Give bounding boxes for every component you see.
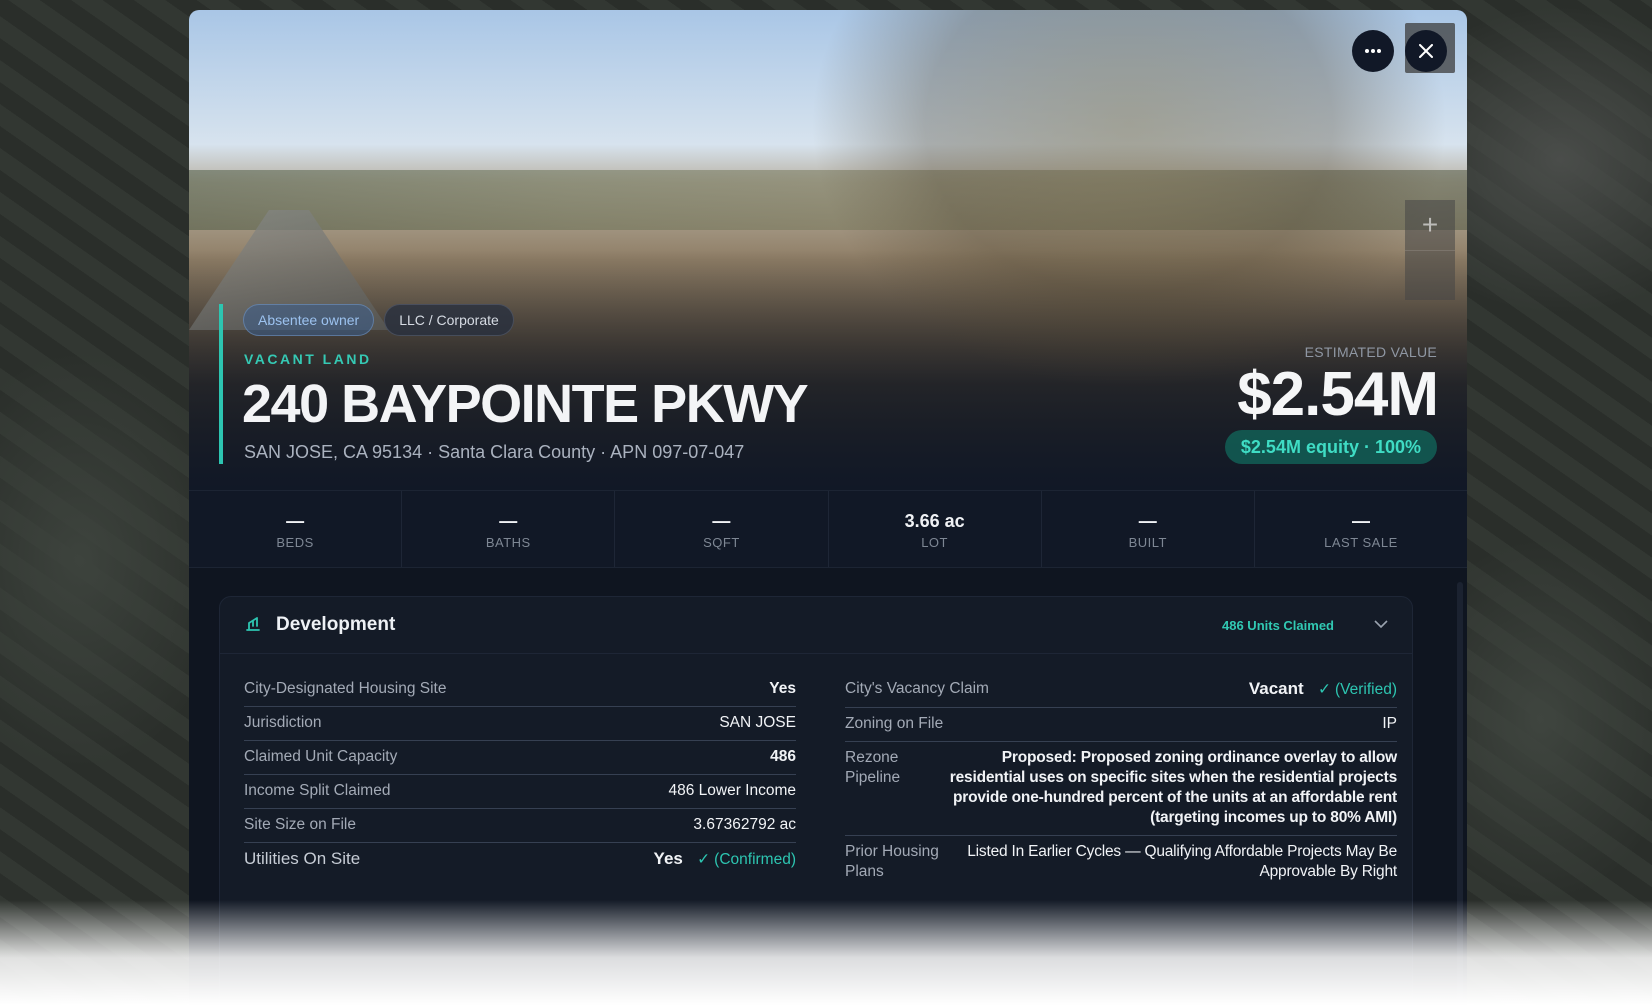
field-value: Proposed: Proposed zoning ordinance over…: [949, 749, 1397, 826]
list-item: City-Designated Housing Site Yes: [244, 673, 796, 707]
list-item: Claimed Unit Capacity 486: [244, 741, 796, 775]
field-label: Rezone Pipeline: [845, 749, 901, 786]
field-label: Jurisdiction: [244, 714, 322, 731]
field-value-group: Yes ✓ (Confirmed): [654, 849, 796, 870]
list-item: Rezone Pipeline Proposed: Proposed zonin…: [845, 742, 1397, 836]
field-value: Yes: [769, 680, 796, 697]
close-button[interactable]: [1405, 30, 1447, 72]
street-view-photo[interactable]: + Absentee owner LLC / Corporate VACANT …: [189, 10, 1467, 490]
stat-value: 3.66 ac: [904, 510, 965, 531]
field-value: 486 Lower Income: [668, 782, 796, 799]
confirmed-text: (Confirmed): [714, 851, 796, 868]
list-item: Zoning on File IP: [845, 708, 1397, 742]
check-icon: ✓: [697, 851, 711, 868]
field-label: Claimed Unit Capacity: [244, 748, 398, 765]
close-icon: [1419, 44, 1433, 58]
field-value: Listed In Earlier Cycles — Qualifying Af…: [967, 843, 1397, 880]
field-label: Prior Housing Plans: [845, 843, 939, 880]
crane-icon: [244, 614, 264, 637]
stat-built: — BUILT: [1042, 491, 1255, 567]
confirmed-status: ✓ (Confirmed): [697, 851, 796, 868]
stat-value: —: [712, 510, 731, 531]
property-detail-panel: + Absentee owner LLC / Corporate VACANT …: [189, 10, 1467, 1005]
bottom-fade-overlay: [0, 900, 1652, 1005]
verified-text: (Verified): [1334, 681, 1397, 698]
chevron-down-icon[interactable]: [1374, 616, 1388, 634]
zoom-control: +: [1405, 200, 1455, 300]
more-horizontal-icon: [1365, 49, 1381, 53]
stat-lot: 3.66 ac LOT: [829, 491, 1042, 567]
field-value: 486: [770, 748, 796, 765]
list-item: City's Vacancy Claim Vacant ✓ (Verified): [845, 673, 1397, 708]
stat-label: LOT: [921, 534, 948, 550]
tag-llc-corporate[interactable]: LLC / Corporate: [384, 304, 514, 336]
field-value: 3.67362792 ac: [693, 816, 796, 833]
accent-bar: [219, 304, 223, 464]
property-address: 240 BAYPOINTE PKWY: [242, 374, 809, 434]
field-label: City-Designated Housing Site: [244, 680, 447, 697]
field-value-group: Vacant ✓ (Verified): [1249, 679, 1397, 700]
stat-value: —: [1351, 510, 1370, 531]
field-label: Zoning on File: [845, 715, 944, 732]
list-item: Utilities On Site Yes ✓ (Confirmed): [244, 843, 796, 877]
field-value: SAN JOSE: [719, 714, 796, 731]
field-label: Income Split Claimed: [244, 782, 391, 799]
photo-tree: [809, 10, 1449, 390]
property-stats-bar: — BEDS — BATHS — SQFT 3.66 ac LOT — BUIL…: [189, 490, 1467, 568]
stat-baths: — BATHS: [402, 491, 616, 567]
estimated-value: $2.54M: [1237, 360, 1439, 429]
stat-value: —: [286, 510, 305, 531]
zoom-in-button[interactable]: +: [1405, 200, 1455, 251]
field-value: IP: [1382, 715, 1397, 732]
development-card-header[interactable]: Development 486 Units Claimed: [220, 597, 1412, 654]
card-title: Development: [276, 614, 396, 635]
stat-label: BUILT: [1128, 534, 1167, 550]
development-right-column: City's Vacancy Claim Vacant ✓ (Verified) …: [845, 673, 1397, 889]
estimated-value-label: ESTIMATED VALUE: [1304, 344, 1437, 360]
stat-label: BATHS: [485, 534, 531, 550]
field-label: Site Size on File: [244, 816, 356, 833]
list-item: Prior Housing Plans Listed In Earlier Cy…: [845, 836, 1397, 889]
list-item: Jurisdiction SAN JOSE: [244, 707, 796, 741]
field-value: Yes: [653, 849, 683, 868]
stat-label: LAST SALE: [1324, 534, 1398, 550]
equity-badge: $2.54M equity · 100%: [1224, 430, 1437, 464]
property-type: VACANT LAND: [244, 351, 372, 367]
list-item: Income Split Claimed 486 Lower Income: [244, 775, 796, 809]
verified-status: ✓ (Verified): [1318, 681, 1397, 698]
plus-icon: +: [1421, 209, 1439, 240]
stat-last-sale: — LAST SALE: [1255, 491, 1467, 567]
stat-label: SQFT: [703, 534, 740, 550]
stat-label: BEDS: [276, 534, 314, 550]
stat-value: —: [1138, 510, 1157, 531]
field-label: City's Vacancy Claim: [845, 680, 989, 697]
property-sub-address: SAN JOSE, CA 95134 · Santa Clara County …: [244, 442, 745, 462]
field-value: Vacant: [1248, 679, 1304, 698]
units-claimed-badge: 486 Units Claimed: [1222, 617, 1334, 633]
stat-sqft: — SQFT: [615, 491, 829, 567]
tag-absentee-owner[interactable]: Absentee owner: [243, 304, 375, 336]
owner-tags: Absentee owner LLC / Corporate: [243, 304, 514, 336]
development-left-column: City-Designated Housing Site Yes Jurisdi…: [244, 673, 796, 877]
more-options-button[interactable]: [1352, 30, 1394, 72]
list-item: Site Size on File 3.67362792 ac: [244, 809, 796, 843]
check-icon: ✓: [1317, 681, 1331, 698]
field-label: Utilities On Site: [244, 849, 361, 868]
stat-value: —: [499, 510, 518, 531]
stat-beds: — BEDS: [189, 491, 403, 567]
